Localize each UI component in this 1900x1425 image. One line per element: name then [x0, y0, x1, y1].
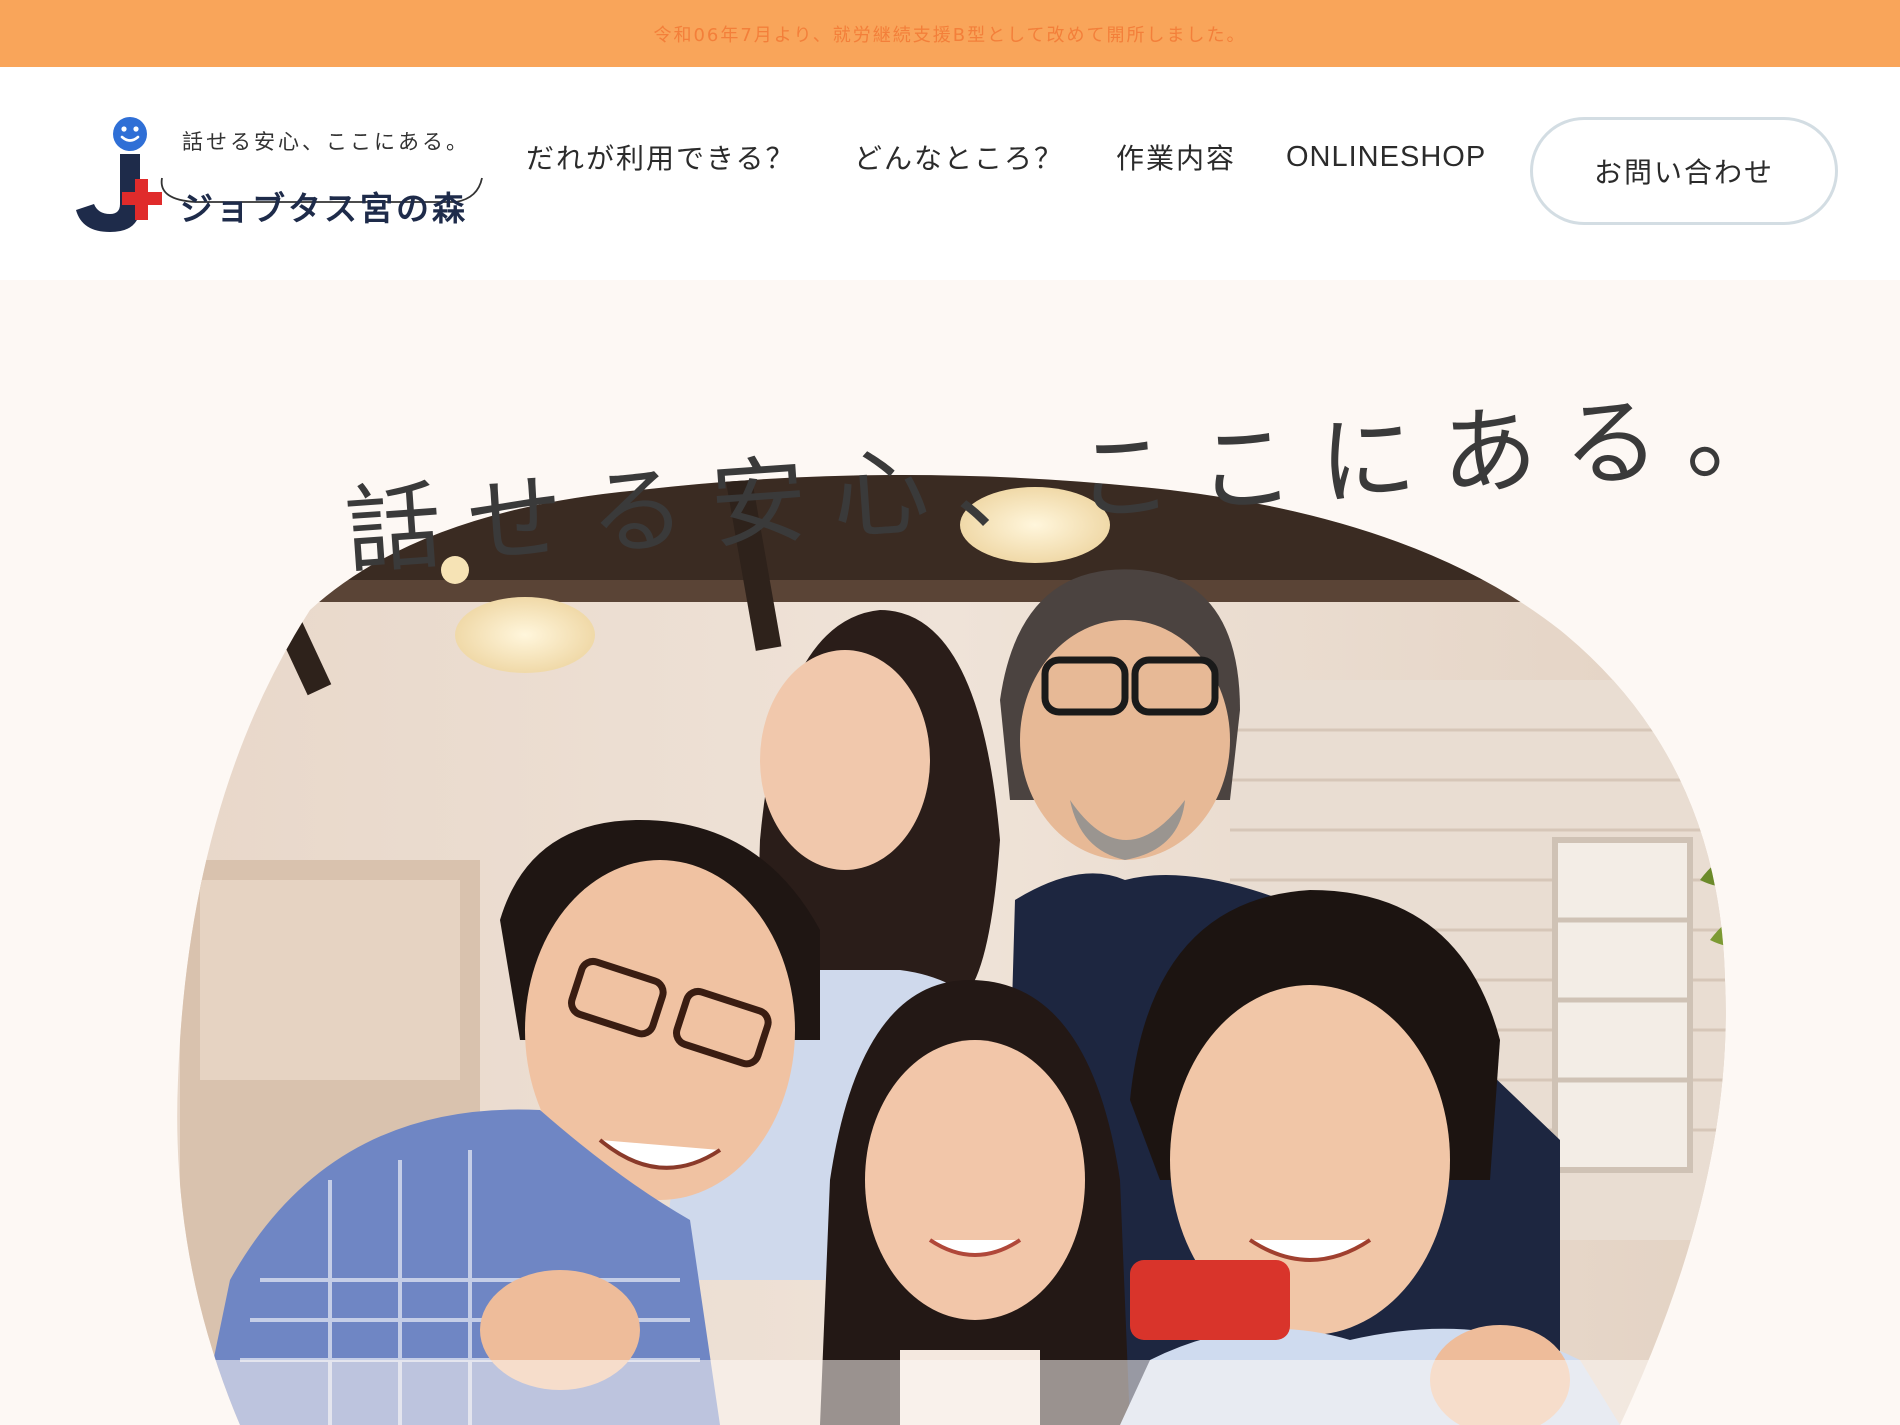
- smiley-plus-logo-icon: [76, 117, 162, 232]
- photo-fade-strip: [200, 1360, 1720, 1425]
- logo-tagline: 話せる安心、ここにある。: [182, 130, 470, 154]
- hero-section: 話せる安心、ここにある。: [0, 280, 1900, 1425]
- nav-item-what-kind-of-place[interactable]: どんなところ？: [854, 137, 1064, 177]
- announcement-text: 令和06年7月より、就労継続支援B型として改めて開所しました。: [653, 24, 1247, 46]
- nav-item-work-content[interactable]: 作業内容: [1116, 137, 1236, 177]
- site-header: 話せる安心、ここにある。 ジョブタス宮の森 だれが利用できる？ どんなところ？ …: [0, 67, 1900, 280]
- nav-item-online-shop[interactable]: ONLINESHOP: [1286, 141, 1486, 174]
- contact-button[interactable]: お問い合わせ: [1530, 117, 1838, 225]
- logo-name: ジョブタス宮の森: [180, 189, 468, 228]
- nav-item-who-can-use[interactable]: だれが利用できる？: [526, 137, 795, 177]
- site-logo[interactable]: 話せる安心、ここにある。 ジョブタス宮の森: [66, 114, 486, 234]
- announcement-bar: 令和06年7月より、就労継続支援B型として改めて開所しました。: [0, 0, 1900, 67]
